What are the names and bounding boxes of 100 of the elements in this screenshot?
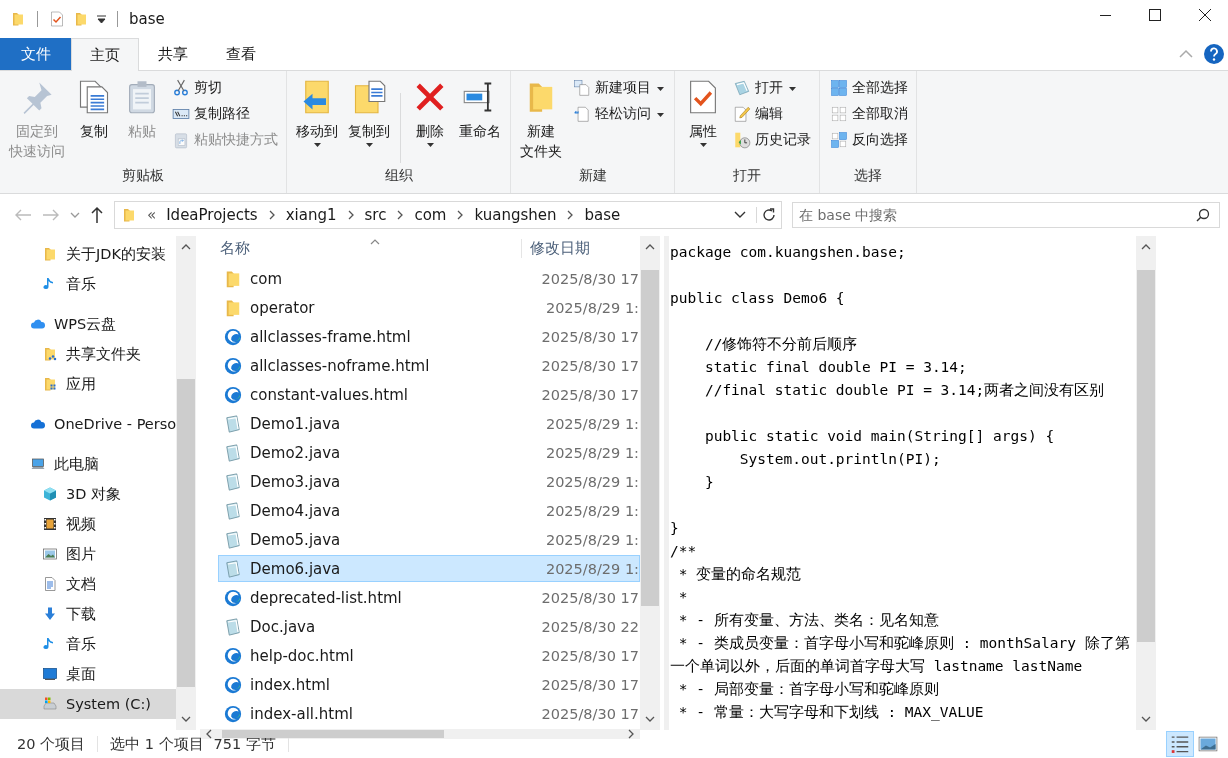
ribbon-button[interactable]: 历史记录 [731,129,813,151]
nav-item[interactable]: WPS云盘 [0,309,176,339]
breadcrumb-item[interactable]: IdeaProjects [166,206,258,224]
scroll-down-icon[interactable] [645,716,655,722]
file-icon [223,500,243,521]
file-row[interactable]: deprecated-list.html 2025/8/30 17 [218,584,640,611]
file-row[interactable]: allclasses-noframe.html 2025/8/30 17 [218,352,640,379]
nav-item[interactable]: 视频 [0,509,176,539]
address-bar[interactable]: « IdeaProjects xiang1 src com kuangshen base [114,201,782,229]
search-field[interactable]: 在 base 中搜索 [792,202,1220,228]
ribbon-button[interactable]: 新建 文件夹 [517,77,565,163]
chevron-icon[interactable] [566,210,575,220]
ribbon-button[interactable]: 编辑 [731,103,813,125]
file-row[interactable]: index.html 2025/8/30 17 [218,671,640,698]
file-row[interactable]: constant-values.html 2025/8/30 17 [218,381,640,408]
scroll-down-icon[interactable] [181,716,191,722]
up-icon[interactable] [90,206,104,224]
ribbon-button[interactable]: 删除 [408,77,452,149]
scroll-up-icon[interactable] [645,244,655,250]
scroll-left-icon[interactable] [206,729,212,739]
ribbon-button[interactable]: 复制路径 [170,103,280,125]
ribbon-button[interactable]: 新建项目 [571,77,668,99]
file-row[interactable]: Demo2.java 2025/8/29 1: [218,439,640,466]
chevron-icon[interactable] [267,210,276,220]
file-icon [223,471,243,492]
breadcrumb-overflow[interactable]: « [147,206,157,224]
ribbon-tab[interactable]: 主页 [71,38,139,71]
chevron-icon[interactable] [346,210,355,220]
scroll-right-icon[interactable] [628,729,634,739]
nav-item[interactable]: 图片 [0,539,176,569]
recent-locations-icon[interactable] [70,212,80,218]
group-label: 组织 [383,167,414,185]
file-row[interactable]: index-all.html 2025/8/30 17 [218,700,640,727]
breadcrumb-item[interactable]: src [364,206,387,224]
folder-icon [10,11,26,27]
help-icon[interactable] [1204,44,1224,64]
nav-item[interactable]: 关于JDK的安装 [0,239,176,269]
file-row[interactable]: help-doc.html 2025/8/30 17 [218,642,640,669]
vertical-scrollbar[interactable] [176,236,196,730]
file-row[interactable]: Doc.java 2025/8/30 22 [218,613,640,640]
file-menu-button[interactable]: 文件 [0,38,71,70]
nav-item[interactable]: 共享文件夹 [0,339,176,369]
file-row[interactable]: allclasses-frame.html 2025/8/30 17 [218,323,640,350]
chevron-icon[interactable] [396,210,405,220]
view-button[interactable] [1166,731,1194,757]
ribbon-button[interactable]: 重命名 [456,77,504,143]
nav-item[interactable]: 桌面 [0,659,176,689]
scrollbar-thumb[interactable] [641,269,659,606]
column-header[interactable]: 修改日期 [522,239,590,258]
file-date: 2025/8/29 1: [545,560,639,577]
scroll-down-icon[interactable] [1141,716,1151,722]
scrollbar-thumb[interactable] [222,730,444,738]
customize-caret-icon[interactable] [97,15,106,23]
ribbon-button[interactable]: 全部取消 [828,103,910,125]
nav-item[interactable]: 音乐 [0,629,176,659]
ribbon-button[interactable]: 全部选择 [828,77,910,99]
ribbon-button[interactable]: 复制到 [345,77,393,149]
breadcrumb-item[interactable]: xiang1 [285,206,337,224]
nav-item[interactable]: OneDrive - Perso [0,409,176,439]
ribbon-button[interactable]: 复制 [72,77,116,143]
ribbon-tab[interactable]: 共享 [139,38,207,70]
file-row[interactable]: Demo1.java 2025/8/29 1: [218,410,640,437]
scroll-up-icon[interactable] [181,244,191,250]
picture-icon [42,546,58,562]
nav-item[interactable]: 下载 [0,599,176,629]
refresh-icon[interactable] [756,207,777,223]
file-row[interactable]: Demo5.java 2025/8/29 1: [218,526,640,553]
scroll-up-icon[interactable] [1141,244,1151,250]
nav-item[interactable]: 此电脑 [0,449,176,479]
monitor-icon [42,666,58,682]
file-row[interactable]: Demo3.java 2025/8/29 1: [218,468,640,495]
ribbon-button[interactable]: 剪切 [170,77,280,99]
chevron-icon[interactable] [456,210,465,220]
file-row[interactable]: com 2025/8/30 17 [218,265,640,292]
ribbon-button[interactable]: 属性 [681,77,725,149]
file-row[interactable]: operator 2025/8/29 1: [218,294,640,321]
file-row[interactable]: Demo6.java 2025/8/29 1: [218,555,640,582]
dropdown-icon[interactable] [734,211,746,219]
nav-item[interactable]: 3D 对象 [0,479,176,509]
ribbon-button[interactable]: 打开 [731,77,813,99]
breadcrumb-item[interactable]: com [414,206,447,224]
horizontal-scrollbar[interactable] [200,729,640,739]
column-header[interactable]: 名称 [200,239,522,258]
scrollbar-thumb[interactable] [177,378,195,688]
nav-item[interactable]: 文档 [0,569,176,599]
file-icon [223,616,243,637]
ribbon-button[interactable]: 反向选择 [828,129,910,151]
ribbon-tab[interactable]: 查看 [207,38,275,70]
nav-item[interactable]: System (C:) [0,689,176,719]
vertical-scrollbar[interactable] [640,236,660,730]
scrollbar-thumb[interactable] [1137,269,1155,642]
breadcrumb-item[interactable]: kuangshen [474,206,557,224]
nav-item[interactable]: 应用 [0,369,176,399]
browser-icon [223,384,243,405]
breadcrumb-item[interactable]: base [584,206,621,224]
ribbon-button[interactable]: 移动到 [293,77,341,149]
file-row[interactable]: Demo4.java 2025/8/29 1: [218,497,640,524]
ribbon-button[interactable]: 轻松访问 [571,103,668,125]
nav-item[interactable]: 音乐 [0,269,176,299]
vertical-scrollbar[interactable] [1136,236,1156,730]
